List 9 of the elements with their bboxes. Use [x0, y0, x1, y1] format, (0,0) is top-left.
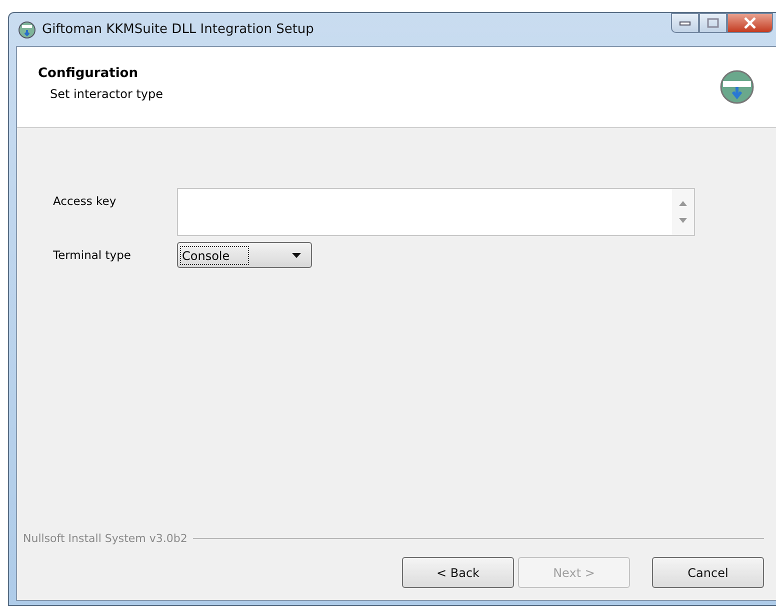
page-title: Configuration [38, 66, 139, 80]
page-subtitle: Set interactor type [49, 86, 164, 100]
wizard-button[interactable]: < Back [402, 557, 514, 588]
field-label: Terminal type [53, 248, 132, 262]
terminal-type-dropdown[interactable]: Console [177, 242, 312, 268]
branding-text: Nullsoft Install System v3.0b2 [23, 532, 188, 545]
window-title: Giftoman KKMSuite DLL Integration Setup [42, 22, 314, 37]
field-label: Access key [53, 193, 118, 208]
wizard-button[interactable]: Cancel [652, 557, 764, 588]
